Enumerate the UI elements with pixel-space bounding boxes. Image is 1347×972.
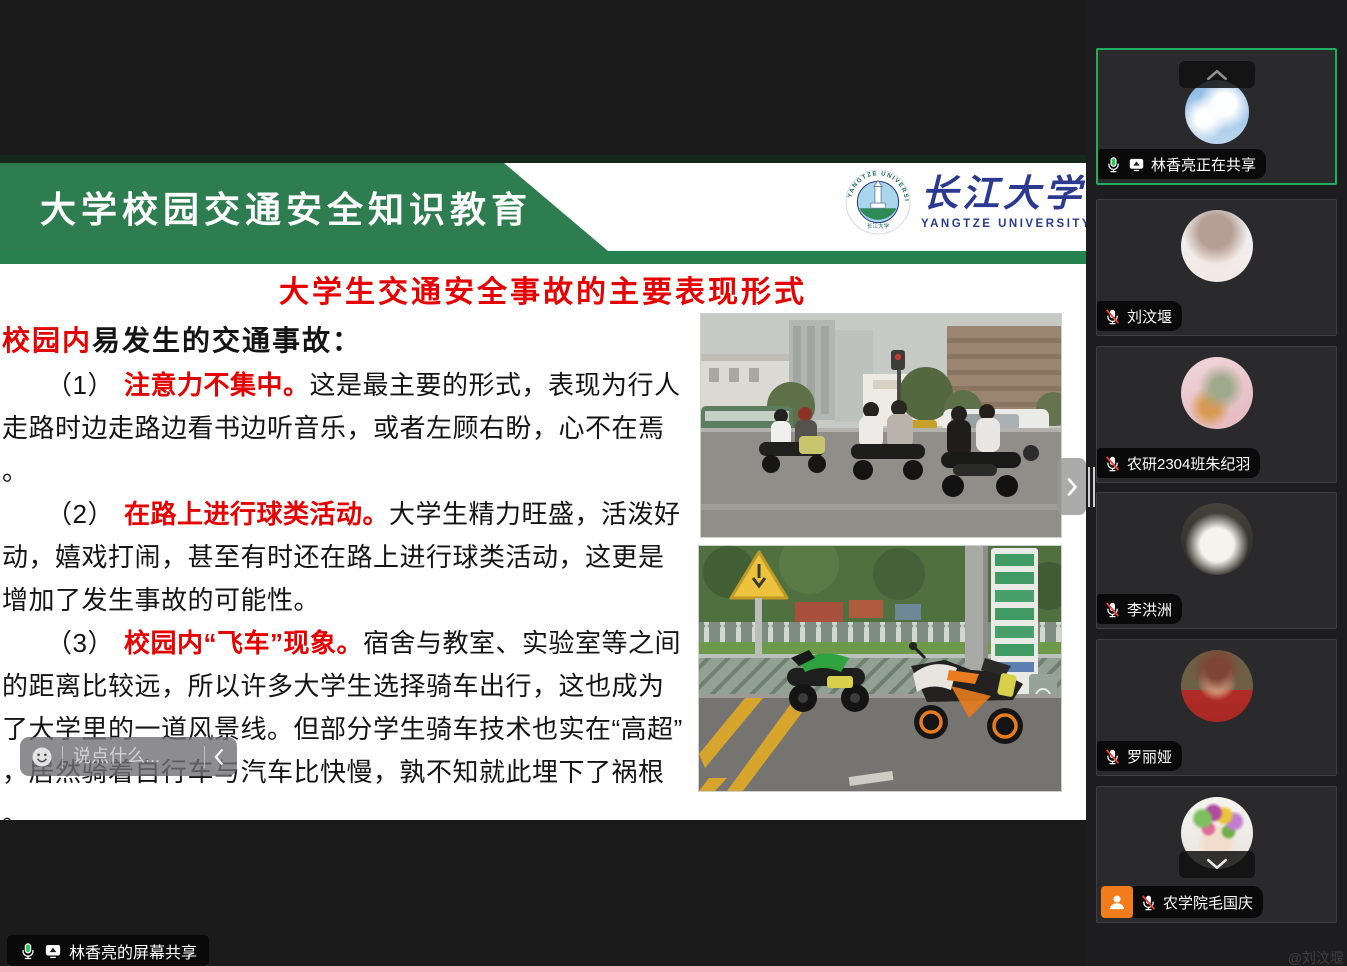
- chevron-up-icon: [1204, 68, 1230, 81]
- participant-name-label: 刘汶堰: [1097, 301, 1182, 331]
- participant-tile[interactable]: 罗丽娅: [1096, 639, 1337, 776]
- slide-subtitle: 大学生交通安全事故的主要表现形式: [0, 267, 1086, 311]
- participant-tile-host[interactable]: 农学院毛国庆: [1096, 786, 1337, 923]
- participant-name-label: 罗丽娅: [1097, 741, 1182, 771]
- screen-share-icon: [1128, 156, 1145, 173]
- host-badge-icon: [1101, 886, 1133, 918]
- emoji-icon[interactable]: [30, 745, 54, 769]
- participant-name: 李洪洲: [1127, 599, 1172, 620]
- shared-screen-area: 大学校园交通安全知识教育 YANGTZE UNIVERSITY: [0, 0, 1086, 972]
- slide-banner: 大学校园交通安全知识教育: [0, 163, 640, 251]
- avatar: [1181, 650, 1253, 722]
- university-logo: YANGTZE UNIVERSITY 长江大学 长江大学 YANGTZE UNI…: [845, 169, 1086, 235]
- paragraph-2: （2）在路上进行球类活动。大学生精力旺盛，活泼好动，嬉戏打闹，甚至有时还在路上进…: [2, 493, 690, 622]
- avatar: [1185, 80, 1249, 144]
- participants-sidebar: 林香亮正在共享 刘汶堰 农研2304班朱纪羽 李洪洲: [1086, 0, 1347, 972]
- presentation-slide: 大学校园交通安全知识教育 YANGTZE UNIVERSITY: [0, 155, 1086, 820]
- header-underline: [0, 251, 1086, 264]
- paragraph-2-number: （2）: [46, 499, 114, 529]
- university-seal-icon: YANGTZE UNIVERSITY 长江大学: [845, 169, 911, 235]
- university-name-en: YANGTZE UNIVERSITY: [921, 218, 1086, 230]
- scroll-down-button[interactable]: [1179, 851, 1255, 878]
- seal-bottom-text: 长江大学: [867, 222, 890, 230]
- meeting-window: 大学校园交通安全知识教育 YANGTZE UNIVERSITY: [0, 0, 1347, 972]
- participant-name-label: 林香亮正在共享: [1098, 149, 1266, 179]
- screen-share-status: 林香亮的屏幕共享: [7, 935, 209, 966]
- screen-share-status-text: 林香亮的屏幕共享: [69, 939, 197, 963]
- slide-top-strip: [0, 155, 1086, 163]
- bottom-accent-bar: [0, 966, 1347, 972]
- chat-input[interactable]: [71, 745, 196, 768]
- university-name-cn: 长江大学: [921, 175, 1086, 212]
- participant-tile[interactable]: 农研2304班朱纪羽: [1096, 346, 1337, 483]
- participant-name: 罗丽娅: [1127, 746, 1172, 767]
- university-name: 长江大学 YANGTZE UNIVERSITY: [921, 175, 1086, 230]
- participant-name: 林香亮正在共享: [1151, 154, 1256, 175]
- mic-muted-icon: [1104, 601, 1121, 618]
- paragraph-1: （1）注意力不集中。这是最主要的形式，表现为行人走路时边走路边看书边听音乐，或者…: [2, 364, 690, 493]
- photo-parked-motorcycles: [698, 545, 1062, 792]
- photo-intersection-scooters: [700, 313, 1062, 538]
- heading-black-part: 易发生的交通事故：: [92, 325, 362, 356]
- sidebar-resize-handle[interactable]: [1088, 467, 1098, 507]
- avatar: [1181, 503, 1253, 575]
- avatar: [1181, 357, 1253, 429]
- chevron-down-icon: [1204, 858, 1230, 871]
- participant-tile-sharing[interactable]: 林香亮正在共享: [1096, 48, 1337, 185]
- paragraph-1-number: （1）: [46, 370, 114, 400]
- paragraph-3-highlight: 校园内“飞车”现象。: [124, 628, 363, 658]
- slide-banner-title: 大学校园交通安全知识教育: [40, 181, 532, 233]
- participant-tile[interactable]: 李洪洲: [1096, 492, 1337, 629]
- screen-share-icon: [44, 942, 62, 960]
- participant-label-row: 农学院毛国庆: [1101, 886, 1263, 918]
- mic-muted-icon: [1104, 748, 1121, 765]
- paragraph-1-highlight: 注意力不集中。: [124, 370, 310, 400]
- scroll-up-button[interactable]: [1179, 61, 1255, 88]
- participant-name: 刘汶堰: [1127, 306, 1172, 327]
- chevron-right-icon: [1066, 477, 1078, 497]
- participant-name: 农研2304班朱纪羽: [1127, 453, 1250, 474]
- paragraph-3: （3）校园内“飞车”现象。宿舍与教室、实验室等之间的距离比较远，所以许多大学生选…: [2, 622, 690, 820]
- mic-on-icon: [1105, 156, 1122, 173]
- participant-name-label: 农研2304班朱纪羽: [1097, 448, 1260, 478]
- divider: [62, 746, 63, 768]
- person-icon: [1107, 892, 1127, 912]
- mic-muted-icon: [1104, 308, 1121, 325]
- participant-name-label: 农学院毛国庆: [1133, 886, 1263, 918]
- participant-name-label: 李洪洲: [1097, 594, 1182, 624]
- heading-red-part: 校园内: [2, 325, 92, 356]
- avatar: [1181, 210, 1253, 282]
- mic-on-icon: [19, 942, 37, 960]
- mic-muted-icon: [1104, 455, 1121, 472]
- slide-heading: 校园内易发生的交通事故：: [2, 317, 690, 364]
- participant-name: 农学院毛国庆: [1163, 892, 1253, 913]
- mic-muted-icon: [1140, 894, 1157, 911]
- participant-tile[interactable]: 刘汶堰: [1096, 199, 1337, 336]
- chat-quick-input[interactable]: [20, 737, 237, 776]
- paragraph-3-number: （3）: [46, 628, 114, 658]
- divider: [204, 746, 205, 768]
- expand-panel-button[interactable]: [1057, 458, 1086, 515]
- watermark: @刘汶堰: [1288, 948, 1344, 968]
- chevron-left-icon[interactable]: [213, 747, 227, 767]
- paragraph-2-highlight: 在路上进行球类活动。: [124, 499, 389, 529]
